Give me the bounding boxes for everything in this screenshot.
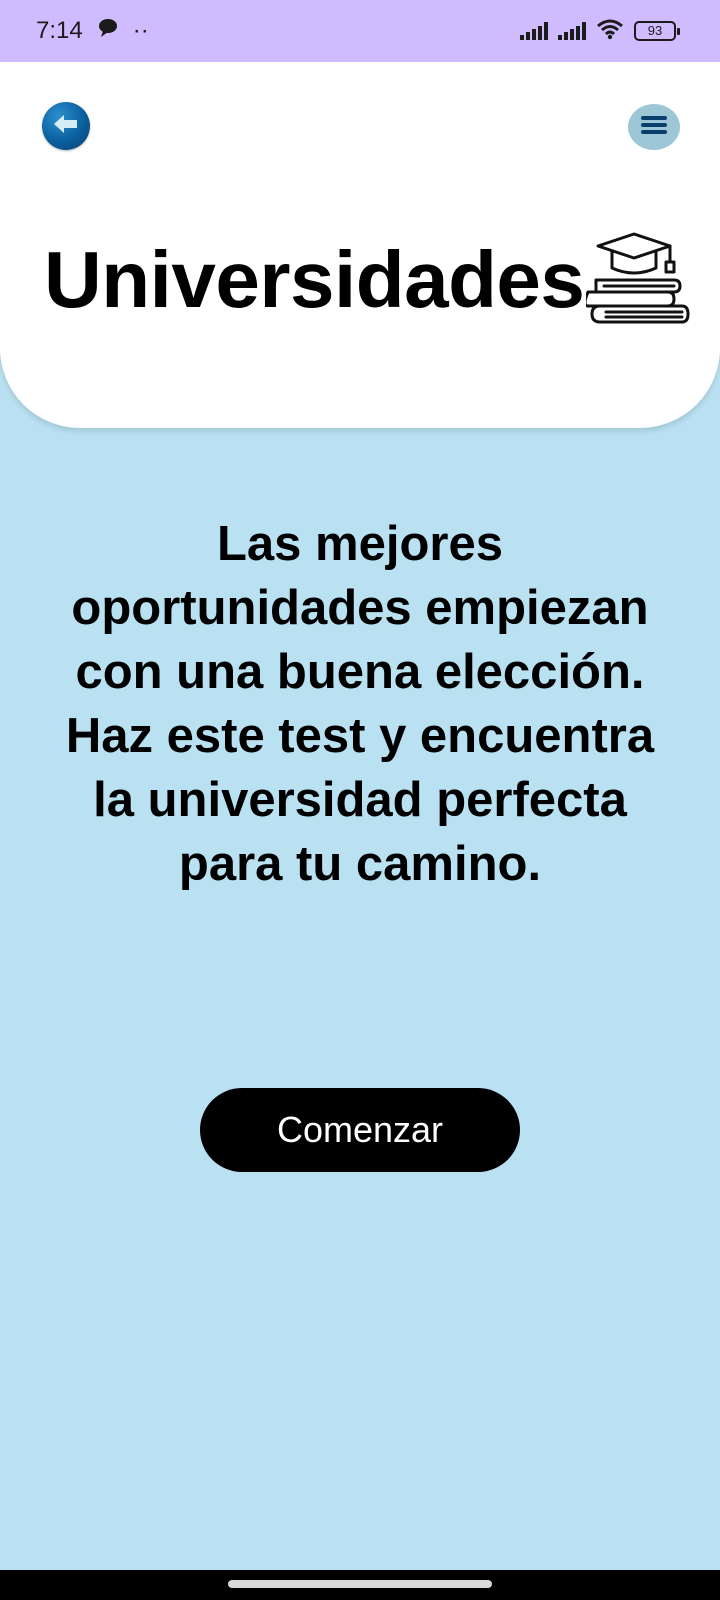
battery-level: 93 (647, 23, 663, 38)
page-title: Universidades (44, 235, 585, 324)
status-left: 7:14 ·· (36, 17, 149, 45)
more-notifications-indicator: ·· (132, 17, 149, 44)
status-bar: 7:14 ·· 93 (0, 0, 720, 62)
battery-icon: 93 (634, 21, 680, 41)
header-card: Universidades (0, 62, 720, 428)
status-time: 7:14 (36, 17, 83, 44)
status-right: 93 (520, 18, 680, 45)
graduation-cap-books-icon (583, 228, 696, 338)
hamburger-menu-icon (640, 114, 668, 141)
menu-button[interactable] (628, 104, 680, 150)
signal-icon (558, 22, 586, 40)
intro-text: Las mejores oportunidades empiezan con u… (65, 517, 655, 891)
home-indicator[interactable] (228, 1580, 492, 1588)
screen: 7:14 ·· 93 Universidades Las mejores opo… (0, 0, 720, 1600)
wifi-icon (596, 18, 624, 45)
chat-bubble-icon (97, 17, 119, 45)
arrow-left-icon (52, 113, 80, 140)
signal-icon (520, 22, 548, 40)
back-button[interactable] (42, 102, 90, 150)
start-button[interactable]: Comenzar (200, 1088, 520, 1172)
navigation-bar (0, 1570, 720, 1600)
